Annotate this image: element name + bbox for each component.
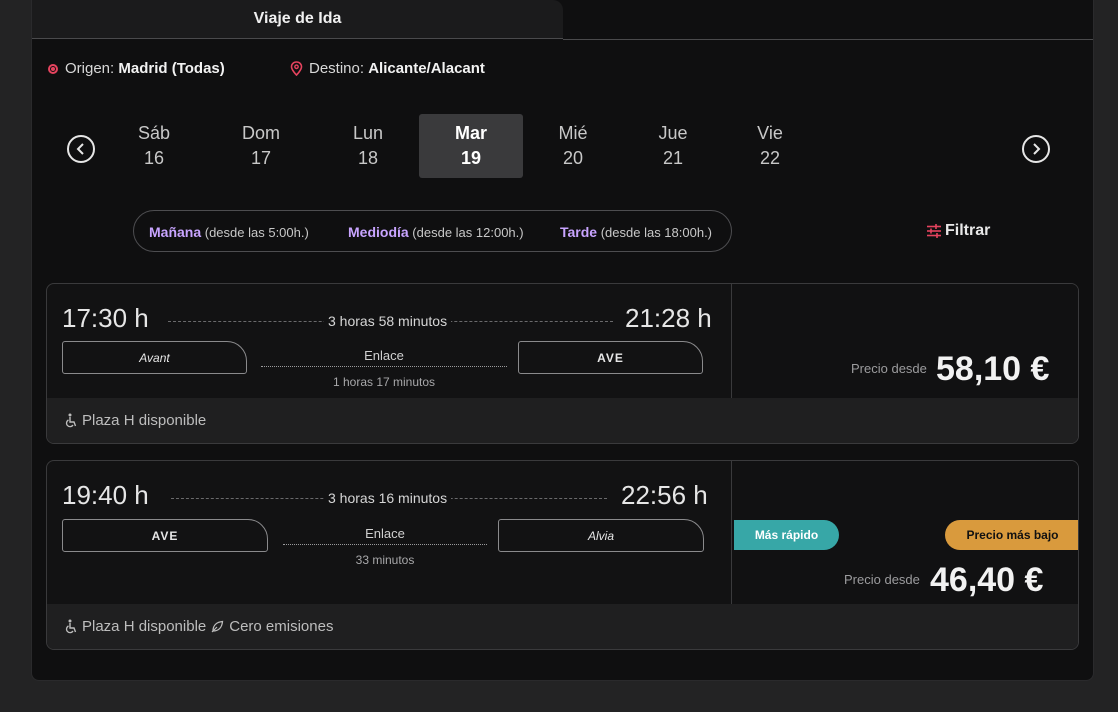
connection-label: Enlace	[365, 526, 405, 541]
badge-fastest: Más rápido	[734, 520, 839, 550]
train-name: Avant	[139, 350, 170, 365]
origin-icon	[48, 63, 58, 74]
day-number: 20	[562, 148, 584, 168]
badge-fastest-label: Más rápido	[754, 528, 819, 542]
feature-zero-emissions: Cero emisiones	[229, 618, 334, 635]
origin-info: Origen: Madrid (Todas)	[48, 60, 225, 77]
origin-detail: (Todas)	[171, 60, 225, 77]
filter-morning[interactable]: Mañana (desde las 5:00h.)	[149, 224, 309, 240]
origin-city: Madrid	[118, 60, 168, 77]
price: 58,10 €	[936, 350, 1050, 388]
wheelchair-icon	[65, 413, 77, 428]
connection-duration: 1 horas 17 minutos	[332, 375, 436, 389]
day-name: Jue	[658, 123, 688, 143]
badge-lowest-price: Precio más bajo	[945, 520, 1078, 550]
train-segment-1: AVE	[62, 519, 268, 552]
date-sun-17[interactable]: Dom 17	[209, 114, 313, 178]
day-name: Lun	[352, 123, 384, 143]
train-name: AVE	[597, 350, 624, 365]
day-number: 16	[143, 148, 165, 168]
connection-line	[283, 544, 487, 545]
train-segment-2: AVE	[518, 341, 703, 374]
arrival-time: 21:28 h	[625, 303, 712, 333]
day-name: Mar	[454, 123, 487, 143]
sliders-icon	[927, 224, 941, 238]
date-mon-18[interactable]: Lun 18	[316, 114, 420, 178]
connection-label: Enlace	[364, 348, 404, 363]
train-segment-2: Alvia	[498, 519, 704, 552]
departure-time: 17:30 h	[62, 303, 149, 333]
trip-card[interactable]: 17:30 h 3 horas 58 minutos 21:28 h Avant…	[46, 283, 1079, 444]
day-number: 18	[357, 148, 379, 168]
filter-midday-label: Mediodía	[348, 224, 409, 240]
destination-city: Alicante/Alacant	[368, 60, 485, 77]
feature-accessible: Plaza H disponible	[82, 618, 207, 635]
day-name: Mié	[558, 123, 588, 143]
day-number: 17	[250, 148, 272, 168]
tab-label: Viaje de Ida	[253, 10, 342, 27]
train-name: Alvia	[587, 528, 614, 543]
day-name: Sáb	[137, 123, 171, 143]
destination-label: Destino:	[309, 60, 365, 77]
trip-features: Plaza H disponible Cero emisiones	[47, 604, 1078, 649]
day-name: Dom	[241, 123, 280, 143]
train-name: AVE	[151, 528, 179, 543]
next-dates-button[interactable]	[1022, 135, 1050, 163]
day-name: Vie	[757, 123, 783, 143]
date-sat-16[interactable]: Sáb 16	[102, 114, 206, 178]
day-number: 21	[662, 148, 684, 168]
departure-time: 19:40 h	[62, 480, 149, 510]
trip-features: Plaza H disponible	[47, 398, 1078, 443]
leaf-icon	[211, 620, 224, 633]
date-wed-20[interactable]: Mié 20	[521, 114, 625, 178]
filter-morning-detail: (desde las 5:00h.)	[204, 225, 309, 240]
trip-card[interactable]: 19:40 h 3 horas 16 minutos 22:56 h AVE E…	[46, 460, 1079, 650]
filter-midday[interactable]: Mediodía (desde las 12:00h.)	[348, 224, 524, 240]
filter-afternoon-detail: (desde las 18:00h.)	[600, 225, 713, 240]
tab-outbound[interactable]: Viaje de Ida	[32, 0, 563, 39]
connection-line	[261, 366, 507, 367]
destination-info: Destino: Alicante/Alacant	[290, 60, 485, 77]
filter-morning-label: Mañana	[149, 224, 202, 240]
date-fri-22[interactable]: Vie 22	[718, 114, 822, 178]
filter-afternoon-label: Tarde	[560, 224, 598, 240]
price: 46,40 €	[930, 561, 1044, 599]
feature-accessible: Plaza H disponible	[82, 412, 207, 429]
trip-duration: 3 horas 16 minutos	[324, 490, 452, 506]
badge-lowest-label: Precio más bajo	[966, 528, 1059, 542]
prev-dates-button[interactable]	[67, 135, 95, 163]
wheelchair-icon	[65, 619, 77, 634]
filter-button[interactable]: Filtrar	[926, 222, 990, 240]
origin-label: Origen:	[65, 60, 115, 77]
chevron-right-icon	[1033, 143, 1041, 155]
filter-label: Filtrar	[945, 222, 991, 239]
trip-duration: 3 horas 58 minutos	[324, 313, 452, 329]
price-label: Precio desde	[851, 361, 927, 376]
location-pin-icon	[290, 61, 303, 76]
filter-midday-detail: (desde las 12:00h.)	[412, 225, 524, 240]
day-number: 22	[759, 148, 781, 168]
tab-divider	[563, 39, 1093, 40]
filter-afternoon[interactable]: Tarde (desde las 18:00h.)	[560, 224, 712, 240]
date-thu-21[interactable]: Jue 21	[621, 114, 725, 178]
price-label: Precio desde	[844, 572, 920, 587]
connection-duration: 33 minutos	[355, 553, 415, 567]
train-segment-1: Avant	[62, 341, 247, 374]
time-filter-bar: Mañana (desde las 5:00h.) Mediodía (desd…	[133, 210, 732, 252]
chevron-left-icon	[76, 143, 84, 155]
day-number: 19	[460, 148, 482, 168]
date-tue-19[interactable]: Mar 19	[419, 114, 523, 178]
arrival-time: 22:56 h	[621, 480, 708, 510]
